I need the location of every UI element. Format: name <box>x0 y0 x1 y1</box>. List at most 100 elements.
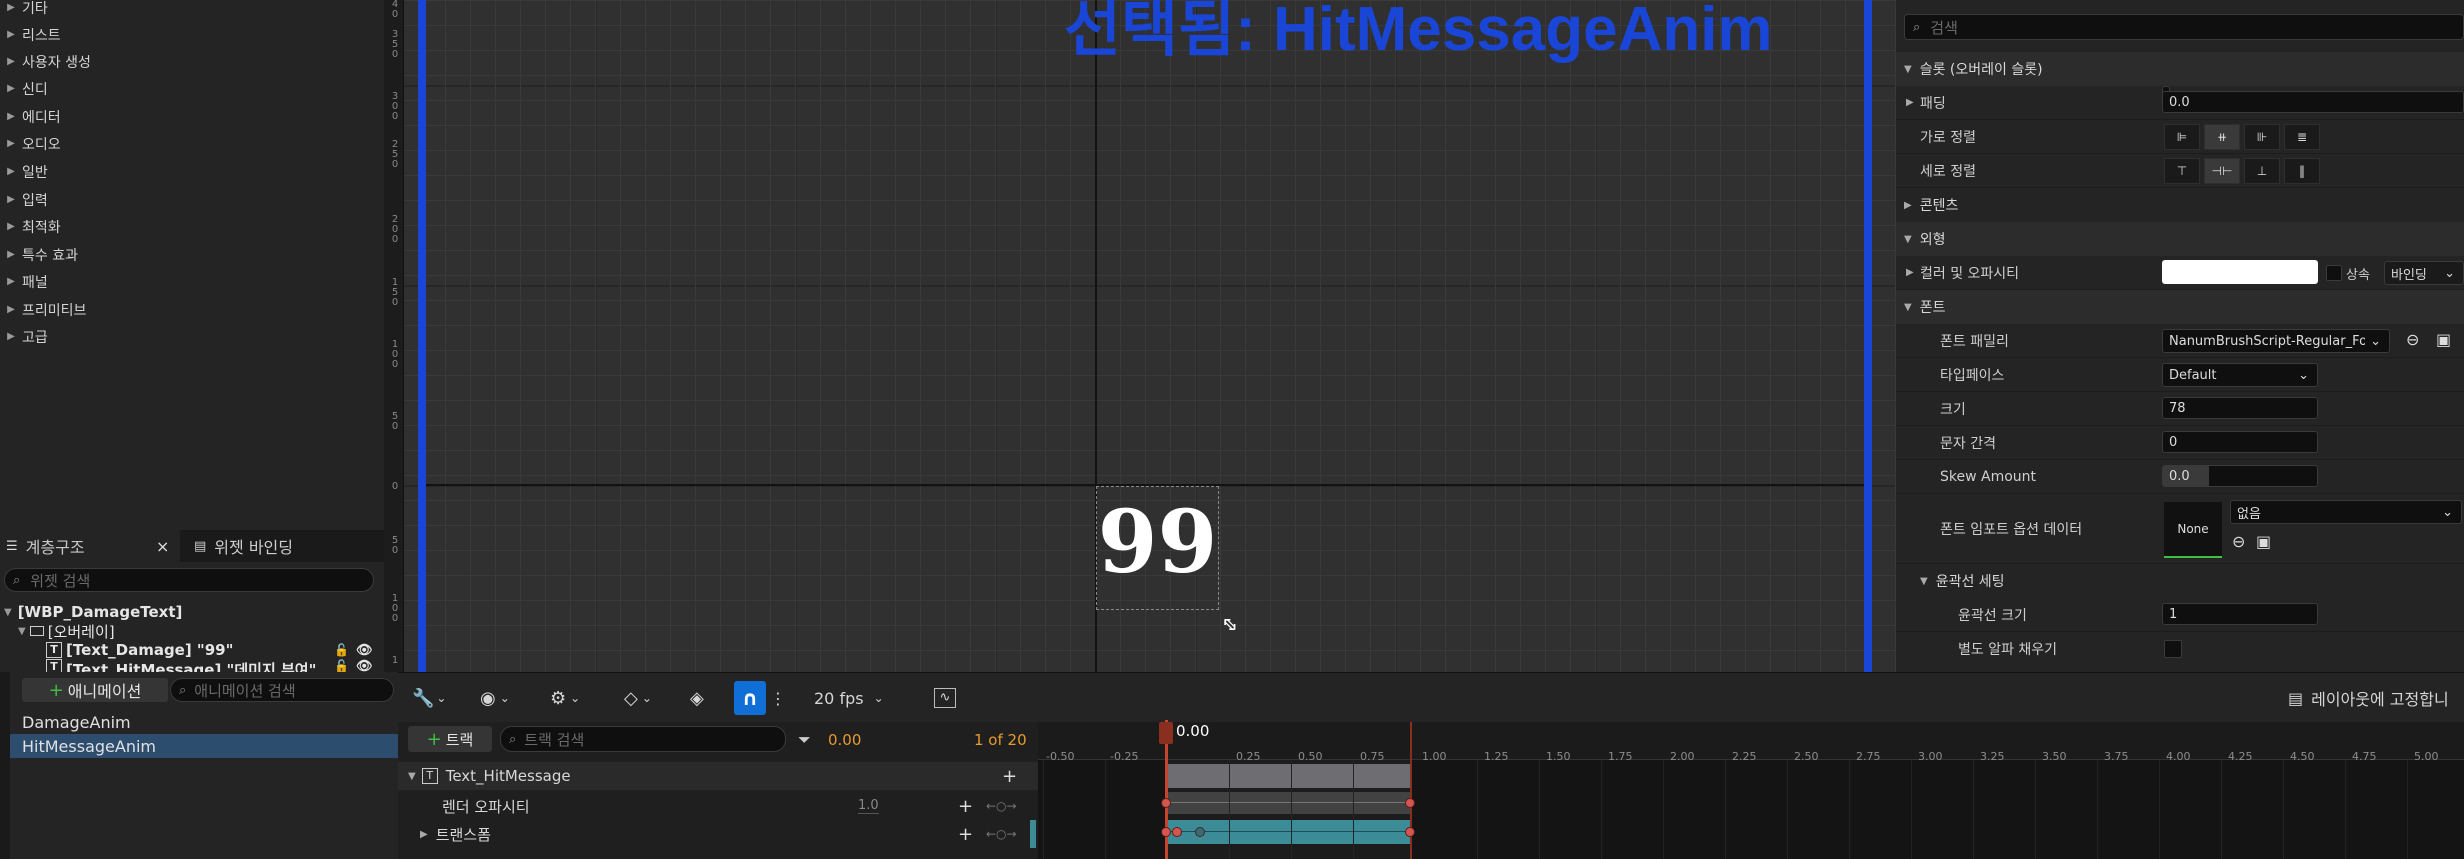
asset-thumbnail[interactable]: None <box>2164 502 2222 558</box>
tools-button[interactable]: 🔧 ⌄ <box>412 683 446 713</box>
font-import-dropdown[interactable]: 없음 ⌄ <box>2230 500 2462 524</box>
color-swatch[interactable] <box>2162 260 2318 284</box>
padding-input[interactable]: 0.0 <box>2162 91 2464 113</box>
palette-category[interactable]: ▶ 기타 <box>0 0 384 21</box>
keyframe[interactable] <box>1161 827 1171 837</box>
resize-handle-icon[interactable]: ⇔ <box>1216 610 1245 639</box>
font-family-dropdown[interactable]: NanumBrushScript-Regular_Font ⌄ <box>2162 329 2390 353</box>
align-left-button[interactable]: ⊫ <box>2164 124 2200 150</box>
palette-category[interactable]: ▶ 에디터 <box>0 103 384 130</box>
outline-size-input[interactable]: 1 <box>2162 603 2318 625</box>
section-appearance[interactable]: ▼ 외형 <box>1896 222 2464 256</box>
track-search-input[interactable]: ⌕ 트랙 검색 <box>500 726 786 752</box>
palette-category[interactable]: ▶ 패널 <box>0 268 384 295</box>
tree-item-text-damage[interactable]: T [Text_Damage] "99" 🔓 👁 <box>0 640 384 660</box>
tab-widget-bindings[interactable]: ▤ 위젯 바인딩 <box>190 530 370 562</box>
widget-selection-box[interactable]: 99 <box>1096 486 1219 610</box>
browse-back-icon[interactable]: ⊖ <box>2232 532 2245 551</box>
tree-item-text-hitmessage[interactable]: T [Text_HitMessage] "데미지 부여" 🔓 👁 <box>0 659 384 672</box>
plus-icon[interactable]: + <box>958 796 973 817</box>
palette-category[interactable]: ▶ 사용자 생성 <box>0 48 384 75</box>
close-icon[interactable]: × <box>156 537 169 556</box>
section-outline[interactable]: ▼ 윤곽선 세팅 <box>1896 564 2464 598</box>
letter-spacing-input[interactable]: 0 <box>2162 431 2318 453</box>
auto-key-button[interactable]: ◈ <box>690 683 704 713</box>
browse-back-icon[interactable]: ⊖ <box>2406 330 2419 349</box>
align-center-v-button[interactable]: ⊣⊢ <box>2204 158 2240 184</box>
view-options-button[interactable]: ◉ ⌄ <box>480 683 510 713</box>
section-content[interactable]: ▶ 콘텐츠 <box>1896 188 2464 222</box>
filter-icon[interactable]: ⏷ <box>798 730 811 750</box>
playhead-handle[interactable] <box>1159 722 1173 744</box>
settings-button[interactable]: ⚙ ⌄ <box>550 683 580 713</box>
folder-icon[interactable]: ▣ <box>2436 330 2451 349</box>
eye-icon[interactable]: 👁 <box>356 659 373 672</box>
eye-icon[interactable]: 👁 <box>356 643 373 658</box>
tab-hierarchy[interactable]: ☰ 계층구조 × <box>0 530 180 562</box>
current-time-readout[interactable]: 0.00 <box>828 731 861 749</box>
typeface-dropdown[interactable]: Default ⌄ <box>2162 363 2318 387</box>
track-render-opacity[interactable]: 렌더 오파시티 1.0 + ←○→ <box>398 792 1038 820</box>
palette-category[interactable]: ▶ 특수 효과 <box>0 241 384 268</box>
align-fill-h-button[interactable]: ≣ <box>2284 124 2320 150</box>
plus-icon[interactable]: + <box>958 824 973 845</box>
align-right-button[interactable]: ⊪ <box>2244 124 2280 150</box>
render-opacity-value[interactable]: 1.0 <box>858 798 879 814</box>
align-bottom-button[interactable]: ⊥ <box>2244 158 2280 184</box>
palette-category[interactable]: ▶ 일반 <box>0 158 384 185</box>
animation-item-label: DamageAnim <box>22 712 131 732</box>
lock-layout-toggle[interactable]: ▤ 레이아웃에 고정합니 <box>2288 683 2449 713</box>
palette-category[interactable]: ▶ 오디오 <box>0 130 384 157</box>
skew-input[interactable]: 0.0 <box>2162 465 2318 487</box>
palette-category[interactable]: ▶ 고급 <box>0 323 384 350</box>
keyframe[interactable] <box>1405 827 1415 837</box>
animation-search-input[interactable]: ⌕ 애니메이션 검색 <box>170 678 394 702</box>
details-search-input[interactable]: ⌕ 검색 <box>1904 14 2464 40</box>
palette-category[interactable]: ▶ 프리미티브 <box>0 296 384 323</box>
add-track-button[interactable]: + 트랙 <box>408 726 492 752</box>
keyframe-nav-icon[interactable]: ←○→ <box>986 827 1017 841</box>
palette-category[interactable]: ▶ 최적화 <box>0 213 384 240</box>
palette-category[interactable]: ▶ 입력 <box>0 186 384 213</box>
animation-item-damageanim[interactable]: DamageAnim <box>10 710 398 734</box>
chevron-right-icon[interactable]: ▶ <box>1906 267 1914 278</box>
timeline-panel[interactable]: 0.00 <box>1038 720 2464 859</box>
section-font[interactable]: ▼ 폰트 <box>1896 290 2464 324</box>
keyframe-nav-icon[interactable]: ←○→ <box>986 799 1017 813</box>
lock-icon[interactable]: 🔓 <box>334 643 349 657</box>
folder-icon[interactable]: ▣ <box>2256 532 2271 551</box>
tree-item-root[interactable]: ▼ [WBP_DamageText] <box>0 602 182 622</box>
align-center-h-button[interactable]: ⧺ <box>2204 124 2240 150</box>
widget-search-input[interactable]: ⌕ 위젯 검색 <box>4 568 374 592</box>
lock-icon[interactable]: 🔓 <box>334 659 349 672</box>
snap-toggle-button[interactable]: ∩ <box>734 681 766 715</box>
section-slot[interactable]: ▼ 슬롯 (오버레이 슬롯) <box>1896 52 2464 86</box>
track-text-hitmessage[interactable]: ▼ T Text_HitMessage + <box>398 762 1038 790</box>
section-bar[interactable] <box>1166 764 1410 788</box>
track-transform[interactable]: ▶ 트랜스폼 + ←○→ <box>398 820 1038 848</box>
snap-options-button[interactable]: ⋮ <box>770 683 786 713</box>
bind-dropdown[interactable]: 바인딩 ⌄ <box>2384 261 2464 285</box>
keyframe[interactable] <box>1405 798 1415 808</box>
keyframe[interactable] <box>1172 827 1182 837</box>
keyframe-options-button[interactable]: ◇ ⌄ <box>624 683 652 713</box>
playback-end-marker[interactable] <box>1410 722 1412 859</box>
chevron-down-icon: ⌄ <box>2444 265 2455 281</box>
size-input[interactable]: 78 <box>2162 397 2318 419</box>
curve-editor-button[interactable]: ∿ <box>934 683 956 713</box>
align-top-button[interactable]: ⊤ <box>2164 158 2200 184</box>
keyframe[interactable] <box>1161 798 1171 808</box>
designer-viewport[interactable]: 선택됨: HitMessageAnim 99 ⇔ <box>384 0 1896 672</box>
palette-category[interactable]: ▶ 신디 <box>0 75 384 102</box>
animation-item-hitmessageanim[interactable]: HitMessageAnim <box>10 734 398 758</box>
fps-dropdown[interactable]: 20 fps ⌄ <box>814 683 884 713</box>
tree-item-overlay[interactable]: ▼ [오버레이] <box>0 621 115 641</box>
plus-icon[interactable]: + <box>1002 766 1017 787</box>
chevron-right-icon[interactable]: ▶ <box>1906 97 1914 108</box>
palette-category[interactable]: ▶ 리스트 <box>0 21 384 48</box>
keyframe[interactable] <box>1195 827 1205 837</box>
align-fill-v-button[interactable]: ‖ <box>2284 158 2320 184</box>
inherit-checkbox[interactable] <box>2326 265 2342 281</box>
separate-alpha-checkbox[interactable] <box>2164 640 2182 658</box>
add-animation-button[interactable]: + 애니메이션 <box>22 678 168 702</box>
